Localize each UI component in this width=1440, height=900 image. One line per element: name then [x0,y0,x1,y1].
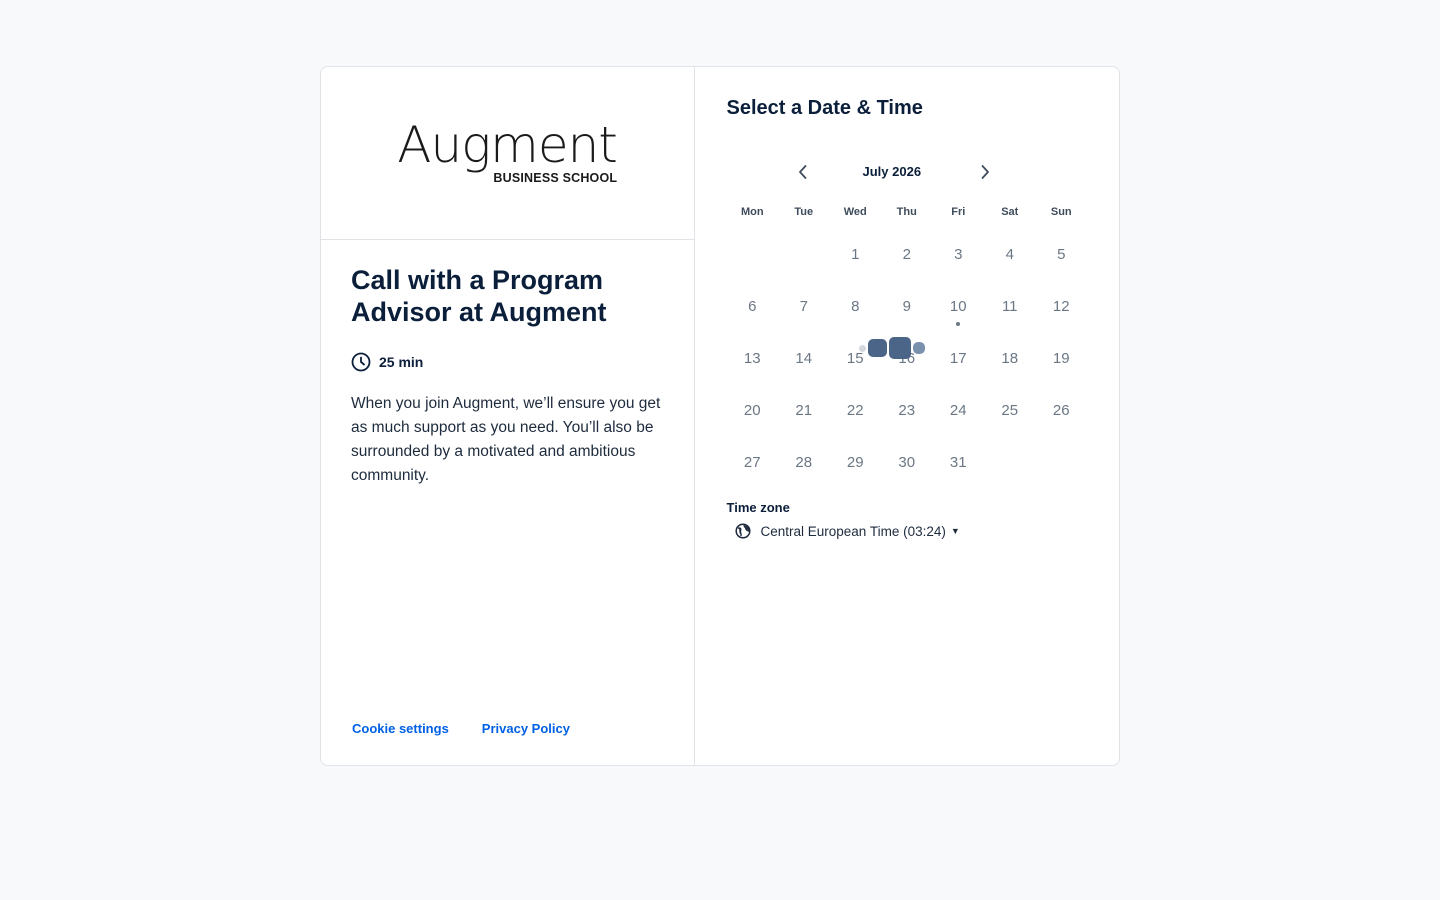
scheduling-card: Augment BUSINESS SCHOOL Call with a Prog… [320,66,1120,766]
calendar-day: 27 [743,454,761,471]
cookie-settings-link[interactable]: Cookie settings [352,721,449,736]
timezone-value: Central European Time (03:24) [760,523,946,539]
chevron-right-icon [981,165,989,179]
calendar-day: 29 [846,454,864,471]
event-details-panel: Augment BUSINESS SCHOOL Call with a Prog… [321,67,695,765]
weekday-wed: Wed [843,206,867,218]
calendar-empty-cell [778,233,830,285]
date-time-panel: Select a Date & Time July 2026 Mon Tue Wed… [695,67,1120,765]
calendar-day: 30 [898,454,916,471]
calendar-day: 20 [743,402,761,419]
logo-area: Augment BUSINESS SCHOOL [321,67,694,240]
month-label: July 2026 [862,164,922,179]
calendar-day: 18 [1001,350,1019,367]
globe-icon [734,523,751,539]
event-duration: 25 min [351,352,680,372]
calendar-grid: 1234567891011121314151617181920212223242… [727,233,1088,493]
calendar-day: 9 [902,298,911,315]
weekday-header: Mon Tue Wed Thu Fri Sat Sun [727,206,1088,218]
select-date-heading: Select a Date & Time [726,97,923,119]
calendar-day: 2 [902,246,911,263]
calendar-day: 24 [949,402,967,419]
calendar-day: 23 [898,402,916,419]
weekday-thu: Thu [896,206,917,218]
footer-links: Cookie settings Privacy Policy [352,721,570,736]
calendar-day: 5 [1057,246,1066,263]
calendar-day: 1 [851,246,860,263]
calendar-day: 12 [1052,298,1070,315]
weekday-tue: Tue [794,206,814,218]
calendar-day: 31 [949,454,967,471]
month-navigation: July 2026 [727,160,1088,184]
calendar-day: 28 [795,454,813,471]
calendar-day-today: 10 [933,285,985,337]
weekday-fri: Fri [951,206,966,218]
calendar-day: 26 [1052,402,1070,419]
weekday-mon: Mon [740,206,764,218]
augment-logo: Augment BUSINESS SCHOOL [397,116,618,185]
calendar-day: 25 [1001,402,1019,419]
next-month-button[interactable] [973,160,997,184]
timezone-label: Time zone [726,500,790,515]
calendar-day: 21 [795,402,813,419]
logo-subtitle: BUSINESS SCHOOL [493,171,618,185]
privacy-policy-link[interactable]: Privacy Policy [482,721,570,736]
chevron-left-icon [798,165,806,179]
loading-indicator [858,337,925,359]
duration-label: 25 min [379,354,424,370]
calendar-day: 22 [846,402,864,419]
calendar-day: 8 [851,298,860,315]
weekday-sat: Sat [1001,206,1019,218]
calendar-day: 7 [799,298,808,315]
weekday-sun: Sun [1050,206,1072,218]
clock-icon [351,352,371,372]
calendar-day: 4 [1005,246,1014,263]
calendar-day: 19 [1052,350,1070,367]
calendar-day: 14 [795,350,813,367]
logo-wordmark: Augment [397,116,618,174]
calendar-day: 13 [743,350,761,367]
event-title: Call with a Program Advisor at Augment [351,265,607,327]
previous-month-button[interactable] [791,160,815,184]
calendar-empty-cell [727,233,779,285]
calendar-day: 17 [949,350,967,367]
calendar-day: 6 [748,298,757,315]
event-details: Call with a Program Advisor at Augment 2… [321,240,694,488]
timezone-select[interactable]: Central European Time (03:24) ▼ [734,523,1088,539]
caret-down-icon: ▼ [950,526,960,536]
calendar-day: 3 [954,246,963,263]
event-description: When you join Augment, we’ll ensure you … [351,395,661,484]
calendar-day: 11 [1001,298,1018,315]
